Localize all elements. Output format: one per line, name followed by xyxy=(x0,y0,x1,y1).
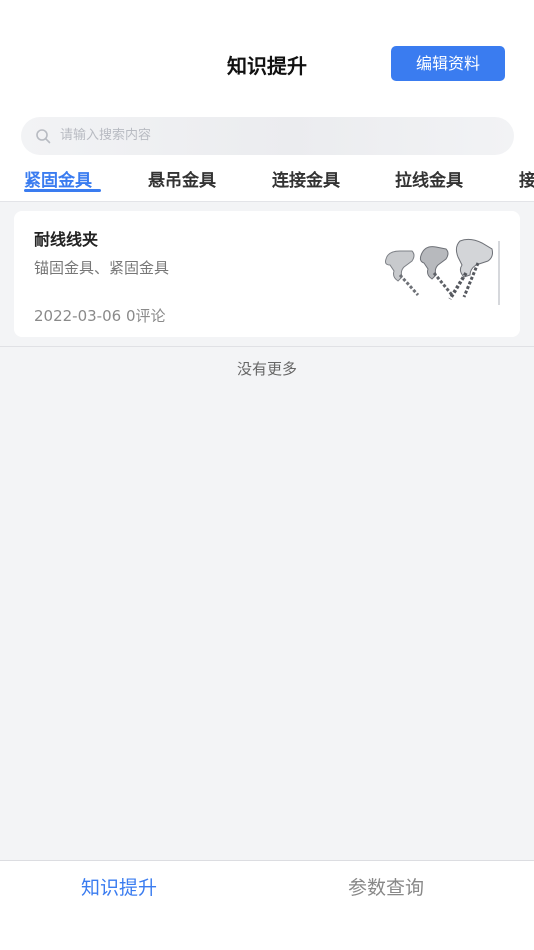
tab-jingu-jinju[interactable]: 紧固金具 xyxy=(24,166,92,191)
bottom-tab-parameter-query[interactable]: 参数查询 xyxy=(348,873,424,900)
article-meta: 2022-03-06 0评论 xyxy=(34,307,166,325)
article-title: 耐线线夹 xyxy=(34,230,99,249)
tab-xuandiao-jinju[interactable]: 悬吊金具 xyxy=(148,166,216,191)
article-card[interactable]: 耐线线夹 锚固金具、紧固金具 2022-03-06 0评论 xyxy=(14,211,520,337)
edit-profile-button[interactable]: 编辑资料 xyxy=(391,46,505,81)
tabs-divider xyxy=(0,201,534,202)
tab-lianjie-jinju[interactable]: 连接金具 xyxy=(272,166,340,191)
search-input[interactable]: 请输入搜索内容 xyxy=(60,117,151,155)
header: 知识提升 编辑资料 请输入搜索内容 紧固金具 悬吊金具 连接金具 拉线金具 接 xyxy=(0,0,534,202)
category-tabs: 紧固金具 悬吊金具 连接金具 拉线金具 接 xyxy=(0,158,534,202)
active-tab-indicator xyxy=(24,189,101,192)
search-bar[interactable]: 请输入搜索内容 xyxy=(21,117,514,155)
bottom-tab-bar: 知识提升 参数查询 xyxy=(0,860,534,950)
list-end-text: 没有更多 xyxy=(236,360,297,378)
article-thumbnail xyxy=(378,237,502,309)
tab-laxian-jinju[interactable]: 拉线金具 xyxy=(395,166,463,191)
tab-jie-partial[interactable]: 接 xyxy=(519,166,534,191)
search-icon xyxy=(36,129,51,144)
bottom-tab-knowledge[interactable]: 知识提升 xyxy=(81,873,157,900)
list-divider xyxy=(0,346,534,347)
article-tags: 锚固金具、紧固金具 xyxy=(34,259,170,277)
